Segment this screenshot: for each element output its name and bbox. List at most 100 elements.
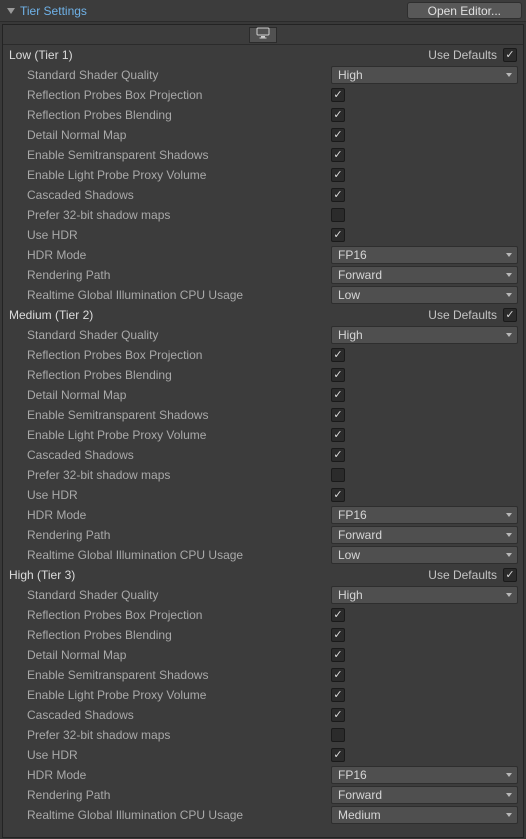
setting-row: Standard Shader QualityHigh [3, 65, 523, 85]
setting-row: Prefer 32-bit shadow maps [3, 725, 523, 745]
setting-dropdown[interactable]: Low [331, 286, 518, 304]
setting-label: HDR Mode [27, 768, 331, 782]
setting-row: Detail Normal Map [3, 385, 523, 405]
chevron-down-icon [505, 251, 513, 259]
setting-label: Prefer 32-bit shadow maps [27, 208, 331, 222]
use-defaults-checkbox[interactable] [503, 48, 517, 62]
setting-checkbox[interactable] [331, 748, 345, 762]
setting-label: Prefer 32-bit shadow maps [27, 728, 331, 742]
setting-row: Realtime Global Illumination CPU UsageLo… [3, 545, 523, 565]
open-editor-label: Open Editor... [428, 4, 501, 18]
setting-checkbox[interactable] [331, 188, 345, 202]
chevron-down-icon [505, 791, 513, 799]
setting-checkbox[interactable] [331, 728, 345, 742]
setting-dropdown[interactable]: FP16 [331, 506, 518, 524]
setting-dropdown[interactable]: Forward [331, 266, 518, 284]
setting-checkbox[interactable] [331, 228, 345, 242]
setting-label: Rendering Path [27, 788, 331, 802]
setting-dropdown[interactable]: Forward [331, 786, 518, 804]
setting-row: HDR ModeFP16 [3, 505, 523, 525]
setting-row: Prefer 32-bit shadow maps [3, 205, 523, 225]
dropdown-value: Forward [338, 268, 382, 282]
setting-checkbox[interactable] [331, 608, 345, 622]
setting-dropdown[interactable]: High [331, 326, 518, 344]
setting-checkbox[interactable] [331, 648, 345, 662]
setting-dropdown[interactable]: Low [331, 546, 518, 564]
setting-checkbox[interactable] [331, 388, 345, 402]
tier-header: Low (Tier 1)Use Defaults [3, 45, 523, 65]
setting-row: Reflection Probes Blending [3, 105, 523, 125]
setting-checkbox[interactable] [331, 668, 345, 682]
dropdown-value: FP16 [338, 508, 367, 522]
setting-label: Cascaded Shadows [27, 188, 331, 202]
setting-label: Cascaded Shadows [27, 448, 331, 462]
open-editor-button[interactable]: Open Editor... [407, 2, 522, 19]
setting-label: Enable Semitransparent Shadows [27, 408, 331, 422]
setting-checkbox[interactable] [331, 488, 345, 502]
setting-row: Reflection Probes Blending [3, 365, 523, 385]
setting-dropdown[interactable]: FP16 [331, 766, 518, 784]
setting-dropdown[interactable]: High [331, 586, 518, 604]
setting-row: Enable Semitransparent Shadows [3, 665, 523, 685]
setting-label: Detail Normal Map [27, 128, 331, 142]
setting-checkbox[interactable] [331, 108, 345, 122]
chevron-down-icon [505, 811, 513, 819]
use-defaults-label: Use Defaults [428, 308, 497, 322]
use-defaults-label: Use Defaults [428, 568, 497, 582]
dropdown-value: FP16 [338, 768, 367, 782]
setting-row: Rendering PathForward [3, 265, 523, 285]
use-defaults-checkbox[interactable] [503, 568, 517, 582]
setting-checkbox[interactable] [331, 208, 345, 222]
setting-row: HDR ModeFP16 [3, 245, 523, 265]
setting-label: Reflection Probes Blending [27, 108, 331, 122]
setting-checkbox[interactable] [331, 148, 345, 162]
use-defaults-label: Use Defaults [428, 48, 497, 62]
setting-dropdown[interactable]: High [331, 66, 518, 84]
setting-label: Enable Semitransparent Shadows [27, 148, 331, 162]
setting-label: Enable Semitransparent Shadows [27, 668, 331, 682]
monitor-icon [256, 27, 270, 42]
use-defaults-checkbox[interactable] [503, 308, 517, 322]
setting-row: Prefer 32-bit shadow maps [3, 465, 523, 485]
setting-checkbox[interactable] [331, 448, 345, 462]
setting-row: Detail Normal Map [3, 645, 523, 665]
setting-dropdown[interactable]: FP16 [331, 246, 518, 264]
setting-label: Rendering Path [27, 528, 331, 542]
dropdown-value: Low [338, 288, 360, 302]
foldout-arrow-icon[interactable] [6, 6, 16, 16]
setting-checkbox[interactable] [331, 128, 345, 142]
panel-header: Tier Settings Open Editor... [0, 0, 526, 22]
setting-row: Reflection Probes Blending [3, 625, 523, 645]
setting-row: Cascaded Shadows [3, 185, 523, 205]
tier-header: Medium (Tier 2)Use Defaults [3, 305, 523, 325]
dropdown-value: FP16 [338, 248, 367, 262]
setting-label: Enable Light Probe Proxy Volume [27, 688, 331, 702]
setting-checkbox[interactable] [331, 428, 345, 442]
setting-label: Enable Light Probe Proxy Volume [27, 428, 331, 442]
setting-checkbox[interactable] [331, 348, 345, 362]
setting-row: Use HDR [3, 225, 523, 245]
setting-label: Reflection Probes Box Projection [27, 348, 331, 362]
setting-checkbox[interactable] [331, 468, 345, 482]
dropdown-value: High [338, 588, 363, 602]
setting-checkbox[interactable] [331, 408, 345, 422]
setting-checkbox[interactable] [331, 628, 345, 642]
setting-checkbox[interactable] [331, 168, 345, 182]
setting-row: Enable Semitransparent Shadows [3, 405, 523, 425]
setting-label: Standard Shader Quality [27, 588, 331, 602]
setting-label: Enable Light Probe Proxy Volume [27, 168, 331, 182]
setting-label: Prefer 32-bit shadow maps [27, 468, 331, 482]
tier-panel: Low (Tier 1)Use DefaultsStandard Shader … [2, 24, 524, 838]
setting-checkbox[interactable] [331, 88, 345, 102]
setting-dropdown[interactable]: Medium [331, 806, 518, 824]
setting-row: Cascaded Shadows [3, 705, 523, 725]
panel-title: Tier Settings [20, 4, 87, 18]
setting-row: Rendering PathForward [3, 525, 523, 545]
setting-checkbox[interactable] [331, 368, 345, 382]
setting-row: Cascaded Shadows [3, 445, 523, 465]
setting-checkbox[interactable] [331, 688, 345, 702]
setting-checkbox[interactable] [331, 708, 345, 722]
setting-row: Reflection Probes Box Projection [3, 605, 523, 625]
setting-dropdown[interactable]: Forward [331, 526, 518, 544]
platform-tab-standalone[interactable] [249, 27, 277, 43]
